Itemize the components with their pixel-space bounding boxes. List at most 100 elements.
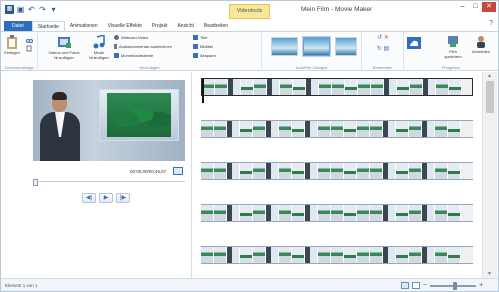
video-preview[interactable]	[33, 80, 185, 161]
skydrive-button[interactable]	[406, 37, 422, 50]
tab-project[interactable]: Projekt	[147, 21, 173, 31]
autofilm-theme-3[interactable]	[335, 37, 357, 56]
paste-button[interactable]: Einfügen	[4, 35, 20, 55]
zoom-out-button[interactable]: −	[423, 282, 427, 289]
storyboard-clip-row[interactable]	[201, 162, 473, 180]
clip-frame-thumbnail	[357, 121, 370, 137]
playhead[interactable]	[202, 79, 204, 103]
video-tools-context-tab[interactable]: Videotools	[229, 4, 270, 19]
clip-frame-thumbnail	[409, 205, 422, 221]
scroll-down-icon[interactable]: ▼	[487, 271, 492, 277]
ribbon: Einfügen Zwischenablage Videos und Fotos…	[1, 31, 498, 71]
clip-frame-thumbnail	[267, 79, 280, 95]
seek-bar[interactable]	[33, 179, 185, 187]
clip-frame-thumbnail	[448, 121, 461, 137]
clip-frame-thumbnail	[422, 121, 435, 137]
close-button[interactable]: ✕	[482, 2, 496, 12]
tab-home[interactable]: Startseite	[31, 21, 65, 31]
zoom-in-button[interactable]: +	[479, 282, 483, 289]
minimize-button[interactable]: –	[456, 2, 469, 12]
fullscreen-icon[interactable]	[173, 167, 183, 175]
rotate-left-icon[interactable]: ↺	[377, 35, 382, 41]
rotate-right-icon[interactable]: ↻	[377, 46, 382, 52]
play-button[interactable]: ▶	[99, 193, 113, 203]
clip-frame-thumbnail	[227, 247, 240, 263]
caption-label: Bildtitel	[200, 44, 213, 49]
autofilm-theme-1[interactable]	[271, 37, 298, 56]
vertical-scrollbar[interactable]: ▲ ▼	[482, 72, 497, 278]
clip-frame-thumbnail	[344, 121, 357, 137]
clip-frame-thumbnail	[436, 79, 449, 95]
storyboard-clip-row[interactable]	[201, 246, 473, 264]
edit-group-label: Bearbeiten	[372, 65, 393, 70]
credits-button[interactable]: Abspann	[193, 53, 216, 58]
save-movie-button[interactable]: Film speichern	[442, 35, 464, 59]
clip-frame-thumbnail	[422, 205, 435, 221]
add-music-label: Musik hinzufügen	[89, 50, 109, 60]
zoom-slider-thumb[interactable]	[453, 281, 458, 290]
scrollbar-thumb[interactable]	[486, 81, 494, 113]
tab-visual-effects[interactable]: Visuelle Effekte	[103, 21, 147, 31]
tab-file[interactable]: Datei	[4, 21, 32, 31]
title-label: Titel	[200, 35, 208, 40]
football-team-image	[107, 93, 171, 137]
undo-icon[interactable]: ↶	[27, 5, 36, 14]
clip-frame-thumbnail	[279, 205, 292, 221]
clip-frame-thumbnail	[409, 163, 422, 179]
clip-frame-thumbnail	[344, 163, 357, 179]
add-videos-photos-button[interactable]: Videos und Fotos hinzufügen	[45, 35, 83, 60]
autofilm-theme-2[interactable]	[303, 37, 330, 56]
help-icon[interactable]: ?	[489, 20, 493, 27]
user-icon	[477, 36, 485, 48]
status-bar: Element 1 von 1 − +	[1, 278, 498, 291]
next-frame-button[interactable]: |▶	[116, 193, 130, 203]
clip-frame-thumbnail	[279, 163, 292, 179]
paste-icon	[7, 35, 17, 49]
record-narration-button[interactable]: Audiokommentar aufzeichnen	[114, 44, 172, 49]
storyboard-view-icon[interactable]	[401, 282, 409, 289]
clip-frame-thumbnail	[370, 163, 383, 179]
clip-frame-thumbnail	[318, 247, 331, 263]
webcam-video-button[interactable]: Webcam-Video	[114, 35, 148, 40]
delete-icon[interactable]: ✕	[384, 35, 389, 41]
caption-button[interactable]: Bildtitel	[193, 44, 213, 49]
sign-in-button[interactable]: Anmelden	[470, 35, 492, 54]
seek-thumb[interactable]	[33, 179, 38, 186]
redo-icon[interactable]: ↷	[38, 5, 47, 14]
zoom-slider[interactable]	[430, 281, 477, 290]
tab-edit[interactable]: Bearbeiten	[199, 21, 233, 31]
clip-frame-thumbnail	[240, 163, 253, 179]
status-text: Element 1 von 1	[5, 283, 38, 288]
clip-frame-thumbnail	[396, 205, 409, 221]
storyboard-clip-row[interactable]	[201, 204, 473, 222]
thumbnail-size-icon[interactable]	[412, 282, 420, 289]
previous-frame-button[interactable]: ◀|	[82, 193, 96, 203]
storyboard-clip-row[interactable]	[201, 78, 473, 96]
clip-frame-thumbnail	[266, 121, 279, 137]
caption-icon	[193, 44, 198, 49]
tab-animations[interactable]: Animationen	[65, 21, 103, 31]
maximize-button[interactable]: □	[469, 2, 482, 12]
customize-toolbar-icon[interactable]: ▾	[49, 5, 58, 14]
app-menu-icon[interactable]: ▦	[5, 5, 14, 14]
clip-frame-thumbnail	[201, 247, 214, 263]
clip-frame-thumbnail	[253, 121, 266, 137]
tab-view[interactable]: Ansicht	[172, 21, 198, 31]
clip-frame-thumbnail	[279, 247, 292, 263]
save-icon[interactable]: ▣	[16, 5, 25, 14]
record-narration-label: Audiokommentar aufzeichnen	[119, 44, 172, 49]
select-all-buttons[interactable]: ↻ ▤	[370, 46, 396, 52]
scroll-up-icon[interactable]: ▲	[487, 73, 492, 79]
cut-copy-buttons[interactable]	[24, 37, 34, 54]
snapshot-button[interactable]: Momentaufnahme	[114, 53, 153, 58]
title-button[interactable]: Titel	[193, 35, 207, 40]
clip-frame-thumbnail	[384, 79, 397, 95]
rotate-buttons[interactable]: ↺ ✕	[370, 35, 396, 41]
clipboard-group-label: Zwischenablage	[4, 65, 34, 70]
sign-in-label: Anmelden	[471, 49, 490, 54]
storyboard-clip-row[interactable]	[201, 120, 473, 138]
credits-label: Abspann	[200, 53, 216, 58]
select-all-icon[interactable]: ▤	[384, 46, 390, 52]
clip-frame-thumbnail	[371, 79, 384, 95]
add-music-button[interactable]: Musik hinzufügen	[86, 35, 112, 60]
